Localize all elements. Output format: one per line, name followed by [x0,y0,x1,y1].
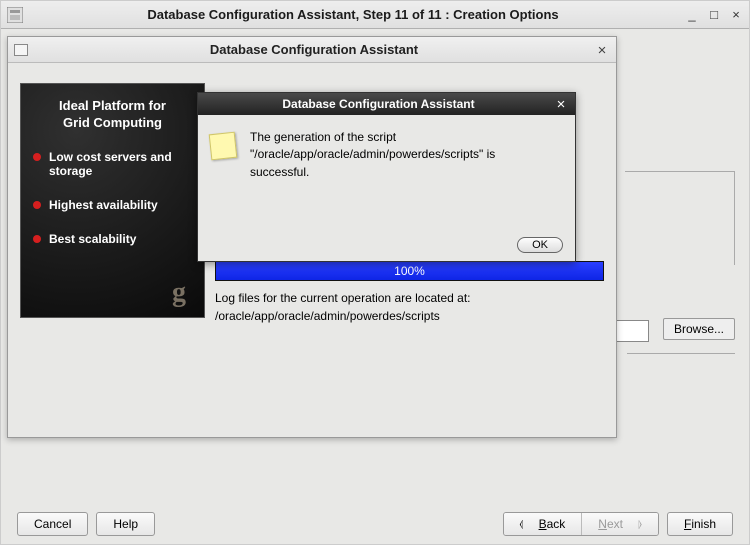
ok-button[interactable]: OK [517,237,563,253]
sticky-note-icon [209,132,238,161]
progress-bar: 100% [215,261,604,281]
progress-dialog-titlebar: Database Configuration Assistant × [8,37,616,63]
main-window-title: Database Configuration Assistant, Step 1… [29,7,677,22]
side-heading-line1: Ideal Platform for [59,98,166,113]
watermark-g: g [172,277,186,309]
main-titlebar: Database Configuration Assistant, Step 1… [1,1,749,29]
background-panel-edge [625,171,735,265]
bullet-icon [33,201,41,209]
side-heading-line2: Grid Computing [63,115,162,130]
next-button[interactable]: Next ⦊ [582,513,658,535]
close-icon[interactable]: × [594,42,610,58]
back-button[interactable]: ⦉ Back [504,513,583,535]
bullet-0: Low cost servers and storage [49,150,194,178]
browse-button[interactable]: Browse... [663,318,735,340]
app-icon [7,7,23,23]
log-location-path: /oracle/app/oracle/admin/powerdes/script… [215,309,440,323]
maximize-button[interactable]: □ [707,8,721,22]
chevron-left-icon: ⦉ [520,519,524,530]
cancel-button[interactable]: Cancel [17,512,88,536]
wizard-button-bar: Cancel Help ⦉ Back Next ⦊ Finish [1,512,749,536]
panel-bottom-edge [627,353,735,354]
bullet-1: Highest availability [49,198,158,212]
bullet-icon [33,235,41,243]
confirmation-titlebar: Database Configuration Assistant × [198,93,575,115]
confirmation-message: The generation of the script "/oracle/ap… [250,129,495,181]
log-location-label: Log files for the current operation are … [215,291,471,305]
close-icon[interactable]: × [553,96,569,113]
dialog-icon [14,44,28,56]
bullet-2: Best scalability [49,232,136,246]
back-next-group: ⦉ Back Next ⦊ [503,512,659,536]
marketing-side-panel: Ideal Platform for Grid Computing Low co… [20,83,205,318]
bullet-icon [33,153,41,161]
progress-dialog-title: Database Configuration Assistant [34,42,594,57]
finish-button[interactable]: Finish [667,512,733,536]
close-button[interactable]: × [729,8,743,22]
confirmation-title: Database Configuration Assistant [204,97,553,111]
help-button[interactable]: Help [96,512,155,536]
minimize-button[interactable]: _ [685,8,699,22]
chevron-right-icon: ⦊ [638,519,642,530]
confirmation-dialog: Database Configuration Assistant × The g… [197,92,576,262]
